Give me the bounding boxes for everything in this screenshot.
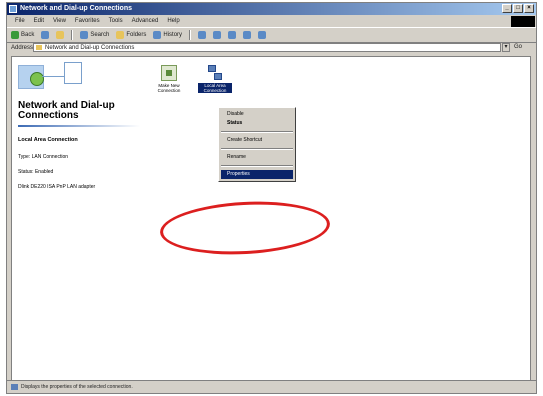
folders-label: Folders xyxy=(126,32,147,38)
network-folder-icon xyxy=(9,5,17,13)
menu-item-disable[interactable]: Disable xyxy=(219,110,295,119)
copy-to-icon xyxy=(213,31,222,39)
menu-item-properties[interactable]: Properties xyxy=(221,170,293,179)
history-label: History xyxy=(163,32,183,38)
views-button[interactable] xyxy=(258,31,267,39)
menu-tools[interactable]: Tools xyxy=(109,16,123,27)
delete-button[interactable] xyxy=(228,31,237,39)
back-arrow-icon xyxy=(11,31,19,39)
menu-edit[interactable]: Edit xyxy=(34,16,44,27)
status-bar: Displays the properties of the selected … xyxy=(7,380,536,393)
views-icon xyxy=(258,31,267,39)
back-label: Back xyxy=(21,32,35,38)
toolbar-separator xyxy=(71,30,74,40)
search-button[interactable]: Search xyxy=(80,31,109,39)
status-text: Displays the properties of the selected … xyxy=(21,384,133,390)
maximize-button[interactable]: □ xyxy=(513,4,523,13)
menu-file[interactable]: File xyxy=(15,16,25,27)
go-button[interactable]: Go xyxy=(514,43,522,52)
menu-separator xyxy=(221,148,293,150)
connection-status: Status: Enabled xyxy=(18,169,54,175)
windows-logo xyxy=(511,16,535,27)
menu-separator xyxy=(221,165,293,167)
context-menu: Disable Status Create Shortcut Rename Pr… xyxy=(218,107,296,182)
menu-advanced[interactable]: Advanced xyxy=(132,16,159,27)
connection-device: Dlink DE220 ISA PnP LAN adapter xyxy=(18,184,96,190)
move-to-button[interactable] xyxy=(198,31,207,39)
status-icon xyxy=(11,384,18,390)
details-pane: Local Area Connection Type: LAN Connecti… xyxy=(18,137,148,199)
history-icon xyxy=(153,31,162,39)
forward-button[interactable] xyxy=(41,31,50,39)
connection-type: Type: LAN Connection xyxy=(18,154,69,160)
local-area-connection-label: Local Area Connection xyxy=(198,83,232,93)
make-new-connection-icon xyxy=(161,65,177,81)
back-button[interactable]: Back xyxy=(11,31,34,39)
up-button[interactable] xyxy=(56,31,65,39)
toolbar-separator xyxy=(189,30,192,40)
menu-item-rename[interactable]: Rename xyxy=(219,153,295,162)
window-title: Network and Dial-up Connections xyxy=(20,5,133,12)
annotation-circle xyxy=(158,197,332,259)
undo-icon xyxy=(243,31,252,39)
menu-separator xyxy=(221,131,293,133)
network-banner-icon xyxy=(18,62,108,96)
address-label: Address xyxy=(11,45,34,51)
local-area-connection-item[interactable]: Local Area Connection xyxy=(198,65,232,93)
copy-to-button[interactable] xyxy=(213,31,222,39)
minimize-button[interactable]: _ xyxy=(502,4,512,13)
menu-help[interactable]: Help xyxy=(167,16,179,27)
menu-view[interactable]: View xyxy=(53,16,66,27)
window-controls: _ □ × xyxy=(502,4,534,13)
menu-item-create-shortcut[interactable]: Create Shortcut xyxy=(219,136,295,145)
make-new-connection-label: Make New Connection xyxy=(157,83,181,93)
make-new-connection-item[interactable]: Make New Connection xyxy=(152,65,186,93)
page-title: Network and Dial-up Connections xyxy=(18,100,115,121)
close-button[interactable]: × xyxy=(524,4,534,13)
move-to-icon xyxy=(198,31,207,39)
menu-favorites[interactable]: Favorites xyxy=(75,16,100,27)
menu-bar: File Edit View Favorites Tools Advanced … xyxy=(7,16,536,27)
network-folder-icon xyxy=(36,45,42,50)
folders-icon xyxy=(116,31,125,39)
title-divider xyxy=(18,125,140,127)
standard-toolbar: Back Search Folders History xyxy=(7,27,536,43)
search-label: Search xyxy=(90,32,110,38)
search-icon xyxy=(80,31,89,39)
forward-arrow-icon xyxy=(41,31,50,39)
explorer-window: Network and Dial-up Connections _ □ × Fi… xyxy=(6,2,537,394)
undo-button[interactable] xyxy=(243,31,252,39)
history-button[interactable]: History xyxy=(153,31,182,39)
selected-connection-name: Local Area Connection xyxy=(18,137,78,143)
address-bar: Address Network and Dial-up Connections … xyxy=(7,42,536,54)
folders-button[interactable]: Folders xyxy=(116,31,146,39)
address-input[interactable]: Network and Dial-up Connections xyxy=(33,43,501,52)
title-bar[interactable]: Network and Dial-up Connections _ □ × xyxy=(7,3,536,15)
delete-icon xyxy=(228,31,237,39)
address-dropdown-button[interactable]: ▾ xyxy=(502,43,510,52)
menu-item-status[interactable]: Status xyxy=(219,119,295,128)
folder-view: Network and Dial-up Connections Local Ar… xyxy=(11,56,531,381)
up-folder-icon xyxy=(56,31,65,39)
address-value: Network and Dial-up Connections xyxy=(45,45,135,51)
lan-connection-icon xyxy=(207,65,223,81)
